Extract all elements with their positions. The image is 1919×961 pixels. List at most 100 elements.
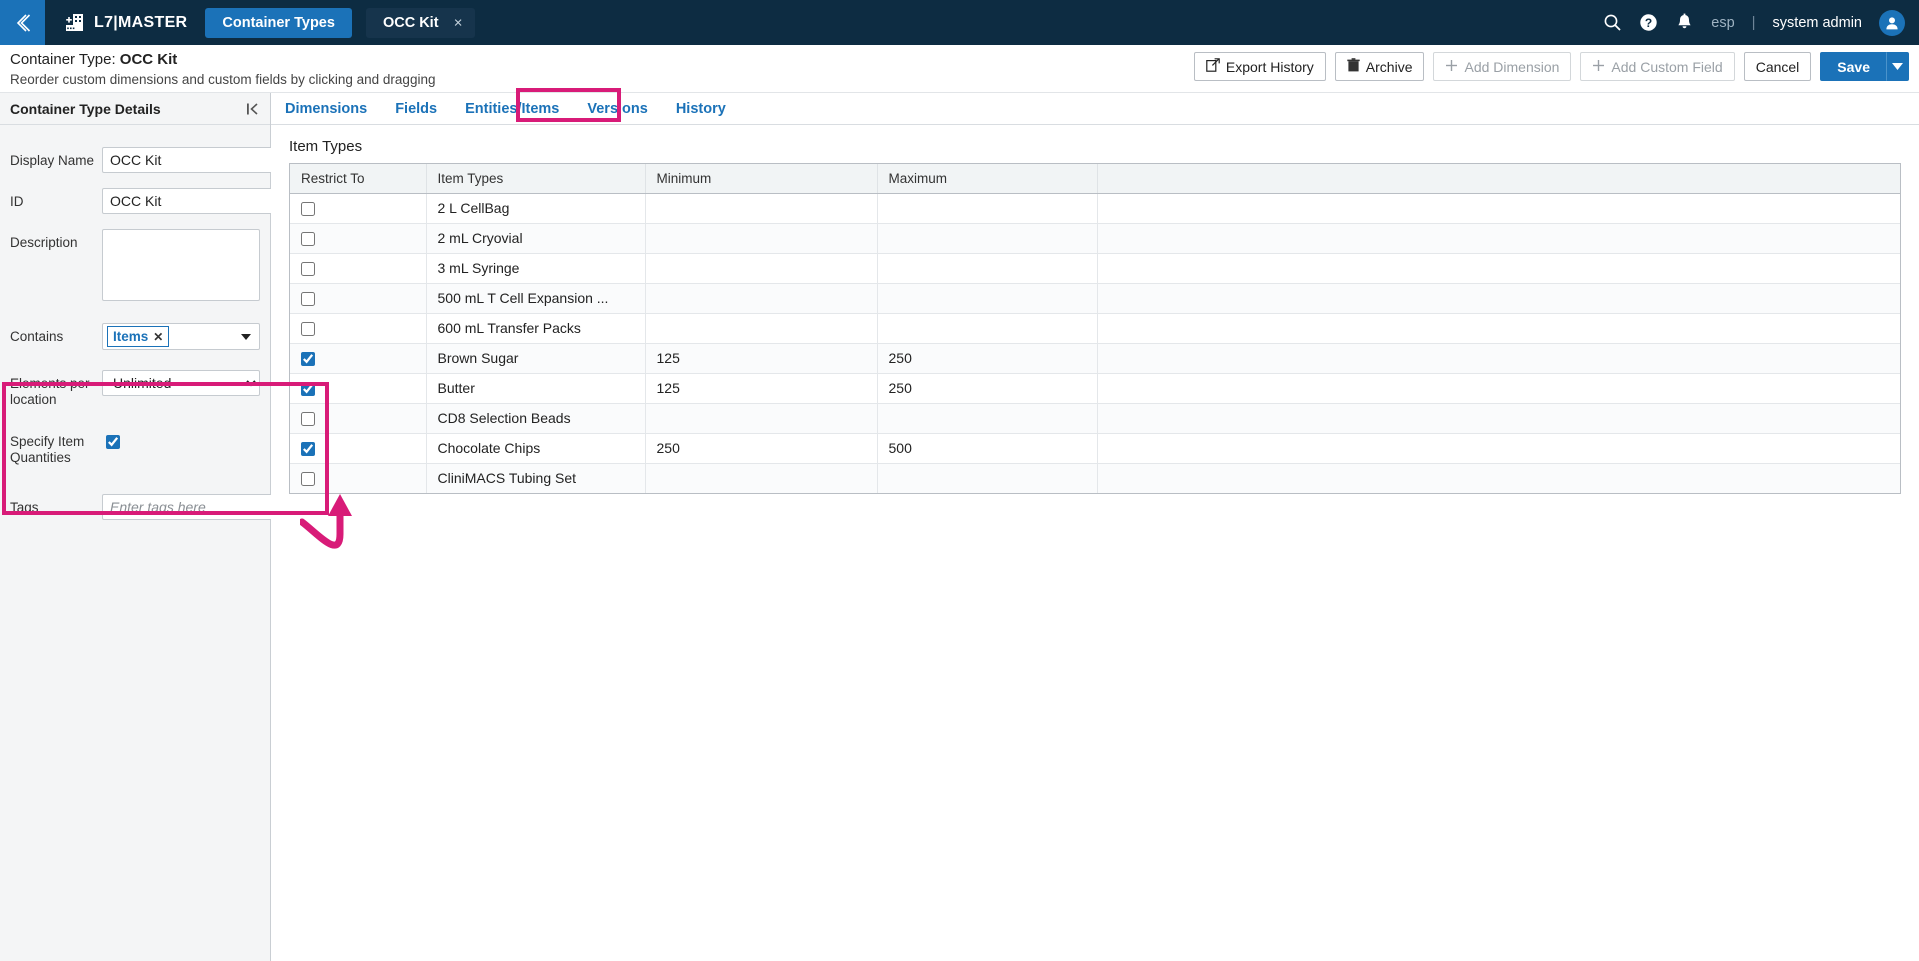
restrict-to-checkbox[interactable] <box>301 412 315 427</box>
cell-item-type[interactable]: CliniMACS Tubing Set <box>426 463 646 493</box>
user-name-label[interactable]: system admin <box>1773 15 1862 31</box>
cell-item-type[interactable]: Brown Sugar <box>426 343 646 374</box>
chip-remove-icon[interactable]: ✕ <box>153 330 163 344</box>
tags-input[interactable] <box>102 494 273 520</box>
contains-chip-items[interactable]: Items ✕ <box>107 326 170 347</box>
tab-history[interactable]: History <box>662 93 740 125</box>
locale-label[interactable]: esp <box>1711 15 1734 31</box>
table-row[interactable]: 600 mL Transfer Packs <box>290 313 1900 344</box>
tab-entities-items[interactable]: Entities/Items <box>451 93 573 125</box>
restrict-to-checkbox[interactable] <box>301 352 315 367</box>
cell-minimum[interactable] <box>645 463 878 493</box>
cell-minimum[interactable]: 125 <box>645 373 878 404</box>
specify-item-quantities-checkbox[interactable] <box>106 435 120 449</box>
cell-minimum[interactable] <box>645 283 878 314</box>
cell-item-type[interactable]: CD8 Selection Beads <box>426 403 646 434</box>
column-header-item-types[interactable]: Item Types <box>426 164 646 194</box>
table-row[interactable]: 2 mL Cryovial <box>290 223 1900 254</box>
cell-maximum[interactable]: 500 <box>877 433 1098 464</box>
restrict-to-checkbox[interactable] <box>301 322 315 337</box>
tab-versions-label: Versions <box>587 100 648 117</box>
field-tags: Tags <box>0 494 273 520</box>
contains-multiselect[interactable]: Items ✕ <box>102 323 260 350</box>
table-row[interactable]: CliniMACS Tubing Set <box>290 463 1900 493</box>
cell-maximum[interactable] <box>877 253 1098 284</box>
tab-fields[interactable]: Fields <box>381 93 451 125</box>
page-title: Container Type: OCC Kit <box>10 51 177 68</box>
add-custom-field-button[interactable]: Add Custom Field <box>1580 52 1735 81</box>
export-history-button[interactable]: Export History <box>1193 52 1326 81</box>
cell-minimum[interactable] <box>645 313 878 344</box>
nav-tab-container-types[interactable]: Container Types <box>205 7 352 38</box>
save-dropdown-button[interactable] <box>1886 52 1909 81</box>
collapse-panel-icon[interactable] <box>236 93 270 124</box>
restrict-to-checkbox[interactable] <box>301 472 315 487</box>
specify-item-quantities-label: Specify Item Quantities <box>10 434 85 465</box>
elements-per-location-label: Elements per location <box>10 376 90 407</box>
cancel-button[interactable]: Cancel <box>1743 52 1812 81</box>
restrict-to-checkbox[interactable] <box>301 442 315 457</box>
avatar[interactable] <box>1879 9 1905 36</box>
tab-versions[interactable]: Versions <box>573 93 661 125</box>
tags-label: Tags <box>10 500 39 515</box>
tab-entities-items-label: Entities/Items <box>465 100 560 117</box>
column-header-maximum[interactable]: Maximum <box>877 164 1098 194</box>
cell-maximum[interactable] <box>877 313 1098 344</box>
restrict-to-checkbox[interactable] <box>301 382 315 397</box>
cell-maximum[interactable]: 250 <box>877 343 1098 374</box>
brand-block: L7|MASTER <box>63 12 187 34</box>
cell-item-type[interactable]: 2 mL Cryovial <box>426 223 646 254</box>
restrict-to-checkbox[interactable] <box>301 202 315 217</box>
table-row[interactable]: Butter 125 250 <box>290 373 1900 404</box>
cell-item-type[interactable]: 600 mL Transfer Packs <box>426 313 646 344</box>
building-add-icon <box>63 12 85 34</box>
cell-item-type[interactable]: 500 mL T Cell Expansion ... <box>426 283 646 314</box>
tab-dimensions[interactable]: Dimensions <box>271 93 381 125</box>
table-row[interactable]: Brown Sugar 125 250 <box>290 343 1900 374</box>
description-textarea[interactable] <box>102 229 260 301</box>
archive-button[interactable]: Archive <box>1334 52 1425 81</box>
nav-tab-occ-kit[interactable]: OCC Kit × <box>365 7 475 38</box>
search-icon[interactable] <box>1603 13 1622 32</box>
add-dimension-button[interactable]: Add Dimension <box>1433 52 1572 81</box>
display-name-input[interactable] <box>102 147 273 173</box>
sidebar-header: Container Type Details <box>0 93 270 125</box>
cell-item-type[interactable]: Butter <box>426 373 646 404</box>
id-input[interactable] <box>102 188 273 214</box>
save-button[interactable]: Save <box>1820 52 1886 81</box>
table-row[interactable]: 500 mL T Cell Expansion ... <box>290 283 1900 314</box>
restrict-to-checkbox[interactable] <box>301 262 315 277</box>
dropdown-caret-icon[interactable] <box>241 333 251 340</box>
cell-item-type[interactable]: 2 L CellBag <box>426 193 646 224</box>
cell-minimum[interactable] <box>645 193 878 224</box>
cell-maximum[interactable]: 250 <box>877 373 1098 404</box>
cell-minimum[interactable] <box>645 223 878 254</box>
table-row[interactable]: 3 mL Syringe <box>290 253 1900 284</box>
restrict-to-checkbox[interactable] <box>301 292 315 307</box>
cell-minimum[interactable] <box>645 253 878 284</box>
cell-minimum[interactable]: 125 <box>645 343 878 374</box>
help-circle-icon[interactable]: ? <box>1639 13 1658 32</box>
table-row[interactable]: 2 L CellBag <box>290 193 1900 224</box>
table-row[interactable]: CD8 Selection Beads <box>290 403 1900 434</box>
trash-icon <box>1347 58 1360 75</box>
cell-item-type[interactable]: 3 mL Syringe <box>426 253 646 284</box>
cell-maximum[interactable] <box>877 223 1098 254</box>
cell-maximum[interactable] <box>877 283 1098 314</box>
back-button[interactable] <box>0 0 45 45</box>
cell-maximum[interactable] <box>877 403 1098 434</box>
cell-extra <box>1097 433 1900 464</box>
bell-icon[interactable] <box>1675 13 1694 32</box>
close-icon[interactable]: × <box>454 14 463 31</box>
table-row[interactable]: Chocolate Chips 250 500 <box>290 433 1900 464</box>
cell-minimum[interactable]: 250 <box>645 433 878 464</box>
cell-maximum[interactable] <box>877 463 1098 493</box>
column-header-restrict-to[interactable]: Restrict To <box>290 164 427 194</box>
column-header-minimum[interactable]: Minimum <box>645 164 878 194</box>
description-label: Description <box>10 235 78 250</box>
cell-item-type[interactable]: Chocolate Chips <box>426 433 646 464</box>
cell-minimum[interactable] <box>645 403 878 434</box>
cell-maximum[interactable] <box>877 193 1098 224</box>
restrict-to-checkbox[interactable] <box>301 232 315 247</box>
elements-per-location-select[interactable]: Unlimited <box>102 370 260 396</box>
